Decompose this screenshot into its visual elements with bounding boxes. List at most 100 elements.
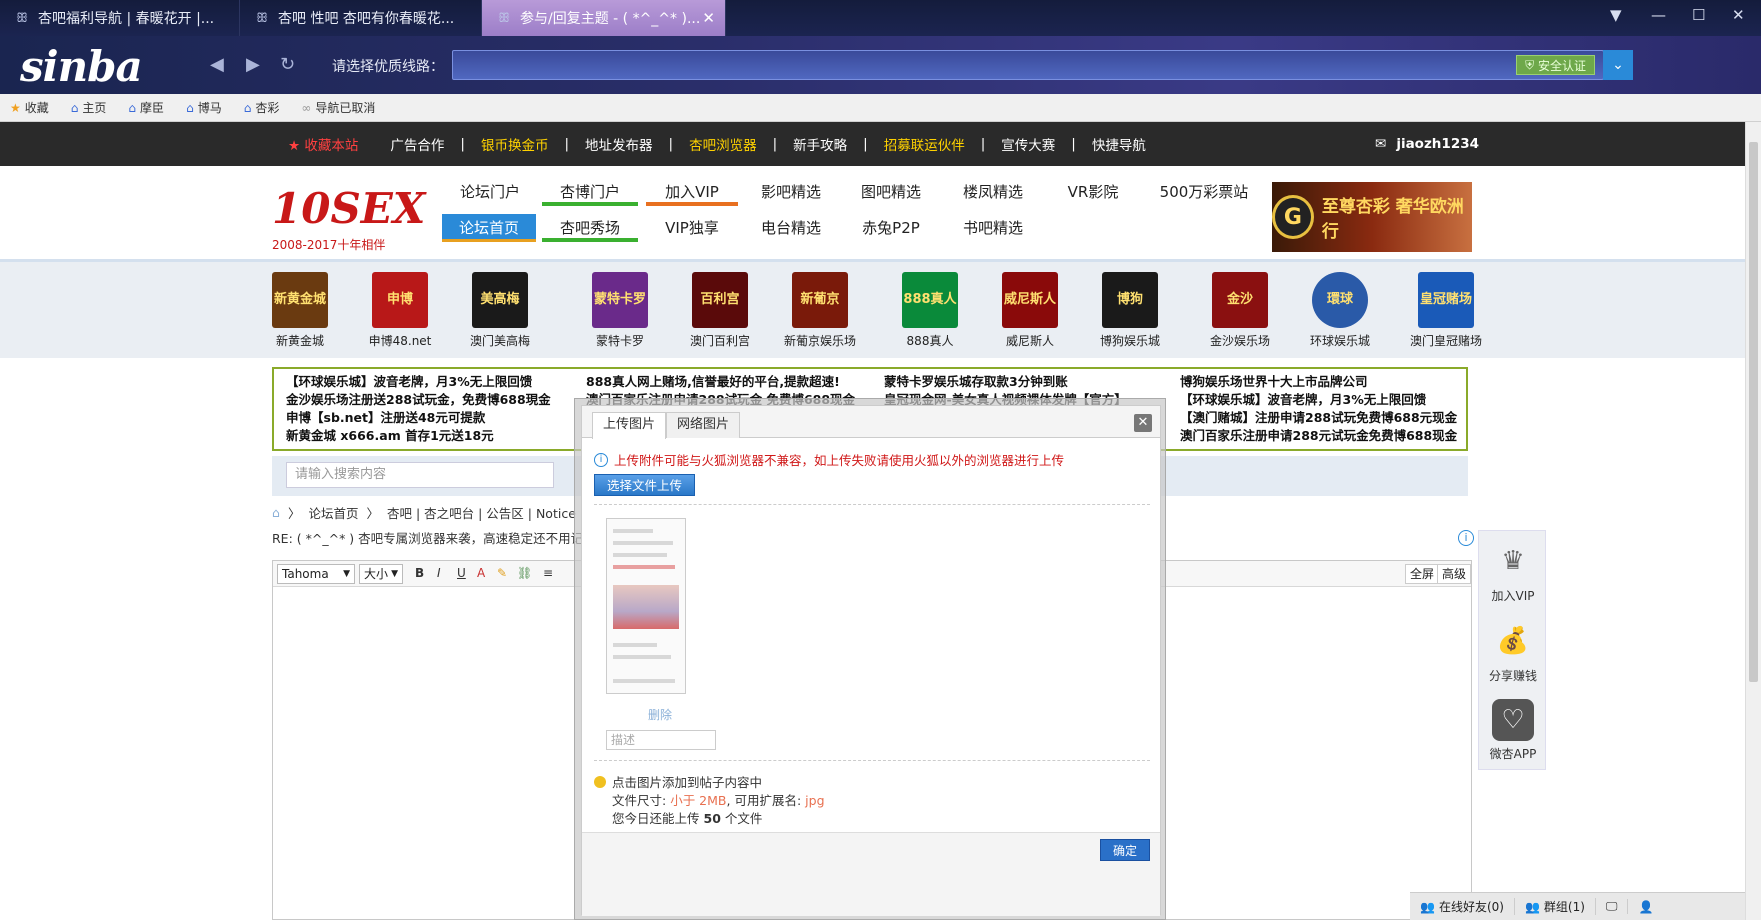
close-icon[interactable]: ✕	[1134, 414, 1152, 432]
bold-icon[interactable]: B	[415, 566, 424, 580]
crumb-forum-home[interactable]: 论坛首页	[308, 503, 358, 522]
link-icon[interactable]: ⛓	[517, 566, 532, 580]
nav-radio-pick[interactable]: 电台精选	[748, 214, 834, 242]
casino-item[interactable]: 蒙特卡罗 蒙特卡罗	[580, 272, 660, 349]
nav-louvre-pick[interactable]: 楼凤精选	[950, 178, 1036, 206]
info-icon[interactable]: i	[1458, 530, 1474, 546]
align-icon[interactable]: ≡	[543, 566, 553, 580]
fav-boma[interactable]: ⌂ 博马	[186, 99, 222, 116]
groups[interactable]: 👥 群组(1)	[1515, 898, 1596, 915]
underline-icon[interactable]: U	[457, 566, 466, 580]
crumb-board[interactable]: 杏吧 | 杏之吧台 | 公告区 | Notice	[387, 503, 576, 522]
topnav-guide[interactable]: 新手攻略	[777, 134, 863, 154]
online-friends[interactable]: 👥 在线好友(0)	[1410, 898, 1515, 915]
nav-forum-portal[interactable]: 论坛门户	[448, 178, 532, 206]
tab-network-image[interactable]: 网络图片	[666, 412, 741, 438]
header-banner-ad[interactable]: G 至尊杏彩 奢华欧洲行	[1272, 182, 1472, 252]
casino-item[interactable]: 申博 申博48.net	[360, 272, 440, 349]
topnav-contest[interactable]: 宣传大赛	[985, 134, 1071, 154]
ad-link[interactable]: 蒙特卡罗娱乐城存取款3分钟到账	[884, 373, 1127, 391]
uploaded-image-thumbnail[interactable]	[606, 518, 686, 694]
topnav-browser[interactable]: 杏吧浏览器	[673, 134, 773, 154]
font-color-icon[interactable]: A	[477, 566, 485, 580]
nav-image-pick[interactable]: 图吧精选	[848, 178, 934, 206]
nav-p2p[interactable]: 赤兔P2P	[848, 214, 934, 242]
ad-link[interactable]: 【澳门赌城】注册申请288试玩免费博688元现金	[1180, 409, 1457, 427]
tab-close-icon[interactable]: ✕	[702, 9, 715, 27]
casino-item[interactable]: 888真人 888真人	[890, 272, 970, 349]
ad-link[interactable]: 博狗娱乐场世界十大上市品牌公司	[1180, 373, 1457, 391]
fullscreen-button[interactable]: 全屏	[1405, 564, 1440, 584]
search-input[interactable]: 请输入搜索内容	[286, 462, 554, 488]
casino-item[interactable]: 金沙 金沙娱乐场	[1200, 272, 1280, 349]
choose-file-button[interactable]: 选择文件上传	[594, 474, 696, 496]
nav-book-pick[interactable]: 书吧精选	[950, 214, 1036, 242]
topnav-ads[interactable]: 广告合作	[374, 134, 460, 154]
fav-home[interactable]: ⌂ 主页	[71, 99, 107, 116]
casino-item[interactable]: 美高梅 澳门美高梅	[460, 272, 540, 349]
site-logo[interactable]: 10SEX 2008-2017十年相伴	[272, 184, 425, 254]
fav-mochen[interactable]: ⌂ 摩臣	[128, 99, 164, 116]
side-join-vip[interactable]: ♛ 加入VIP	[1479, 539, 1547, 604]
casino-item[interactable]: 皇冠赌场 澳门皇冠赌场	[1400, 272, 1492, 349]
ad-link[interactable]: 【环球娱乐城】波音老牌，月3%无上限回馈	[286, 373, 551, 391]
topnav-quick-nav[interactable]: 快捷导航	[1076, 134, 1162, 154]
side-app[interactable]: ♡ 微杏APP	[1479, 699, 1547, 762]
casino-item[interactable]: 博狗 博狗娱乐城	[1090, 272, 1170, 349]
size-select[interactable]: 大小 ▼	[359, 564, 403, 584]
topnav-partner[interactable]: 招募联运伙伴	[868, 134, 981, 154]
nav-vr-cinema[interactable]: VR影院	[1050, 178, 1136, 206]
browser-tab-1[interactable]: ꕥ 杏吧福利导航 | 春暖花开 |...	[0, 0, 240, 36]
nav-xingba-show[interactable]: 杏吧秀场	[542, 214, 638, 242]
side-share-earn[interactable]: 💰 分享赚钱	[1479, 619, 1547, 684]
topnav-bookmark[interactable]: ★ 收藏本站	[272, 134, 374, 154]
ad-link[interactable]: 澳门百家乐注册申请288元试玩金免费博688现金	[1180, 427, 1457, 445]
ad-link[interactable]: 金沙娱乐场注册送288试玩金，免费博688現金	[286, 391, 551, 409]
nav-xingbo-portal[interactable]: 杏博门户	[542, 178, 638, 206]
casino-item[interactable]: 新黄金城 新黄金城	[260, 272, 340, 349]
secure-badge[interactable]: ⛨ 安全认证	[1516, 55, 1595, 75]
back-icon[interactable]: ◀	[210, 54, 224, 75]
close-window-icon[interactable]: ✕	[1732, 6, 1745, 24]
browser-tab-3-active[interactable]: ꕥ 参与/回复主题 - ( *^_^* )... ✕	[482, 0, 726, 36]
casino-item[interactable]: 新葡京 新葡京娱乐场	[780, 272, 860, 349]
advanced-button[interactable]: 高级	[1437, 564, 1471, 584]
user-status-icon[interactable]: 👤	[1628, 900, 1663, 914]
refresh-icon[interactable]: ↻	[280, 54, 295, 75]
casino-item[interactable]: 環球 环球娱乐城	[1300, 272, 1380, 349]
description-input[interactable]: 描述	[606, 730, 716, 750]
tab-upload-image[interactable]: 上传图片	[592, 412, 667, 439]
home-icon[interactable]: ⌂	[272, 505, 280, 520]
italic-icon[interactable]: I	[437, 566, 441, 580]
nav-forum-home[interactable]: 论坛首页	[442, 214, 536, 242]
fav-nav-cancelled[interactable]: ∞ 导航已取消	[301, 99, 375, 116]
delete-link[interactable]: 删除	[648, 706, 672, 723]
forward-icon[interactable]: ▶	[246, 54, 260, 75]
topnav-address-publisher[interactable]: 地址发布器	[569, 134, 669, 154]
scrollbar-thumb[interactable]	[1749, 142, 1758, 682]
font-select[interactable]: Tahoma ▼	[277, 564, 355, 584]
ok-button[interactable]: 确定	[1099, 839, 1150, 861]
address-bar[interactable]: ⛨ 安全认证	[452, 50, 1604, 80]
tab-list-icon[interactable]: ▼	[1610, 6, 1622, 24]
casino-item[interactable]: 百利宫 澳门百利宫	[680, 272, 760, 349]
route-dropdown-button[interactable]: ⌄	[1603, 50, 1633, 80]
topnav-coin-exchange[interactable]: 银币换金币	[465, 134, 565, 154]
ad-link[interactable]: 【环球娱乐城】波音老牌，月3%无上限回馈	[1180, 391, 1457, 409]
fav-xingcai[interactable]: ⌂ 杏彩	[244, 99, 280, 116]
nav-vip-exclusive[interactable]: VIP独享	[646, 214, 738, 242]
fav-collect[interactable]: ★ 收藏	[10, 99, 49, 116]
monitor-icon[interactable]: 🖵	[1596, 899, 1629, 914]
page-scrollbar[interactable]	[1745, 122, 1761, 920]
nav-lottery[interactable]: 500万彩票站	[1148, 178, 1260, 206]
ad-link[interactable]: 888真人网上赌场,信誉最好的平台,提款超速!	[586, 373, 855, 391]
ad-link[interactable]: 新黄金城 x666.am 首存1元送18元	[286, 427, 551, 445]
nav-movie-pick[interactable]: 影吧精选	[748, 178, 834, 206]
maximize-icon[interactable]: ☐	[1692, 6, 1705, 24]
user-menu[interactable]: ✉ jiaozh1234	[1375, 136, 1479, 152]
minimize-icon[interactable]: —	[1651, 6, 1666, 24]
casino-item[interactable]: 威尼斯人 威尼斯人	[990, 272, 1070, 349]
highlight-icon[interactable]: ✎	[497, 566, 507, 580]
ad-link[interactable]: 申博【sb.net】注册送48元可提款	[286, 409, 551, 427]
nav-join-vip[interactable]: 加入VIP	[646, 178, 738, 206]
